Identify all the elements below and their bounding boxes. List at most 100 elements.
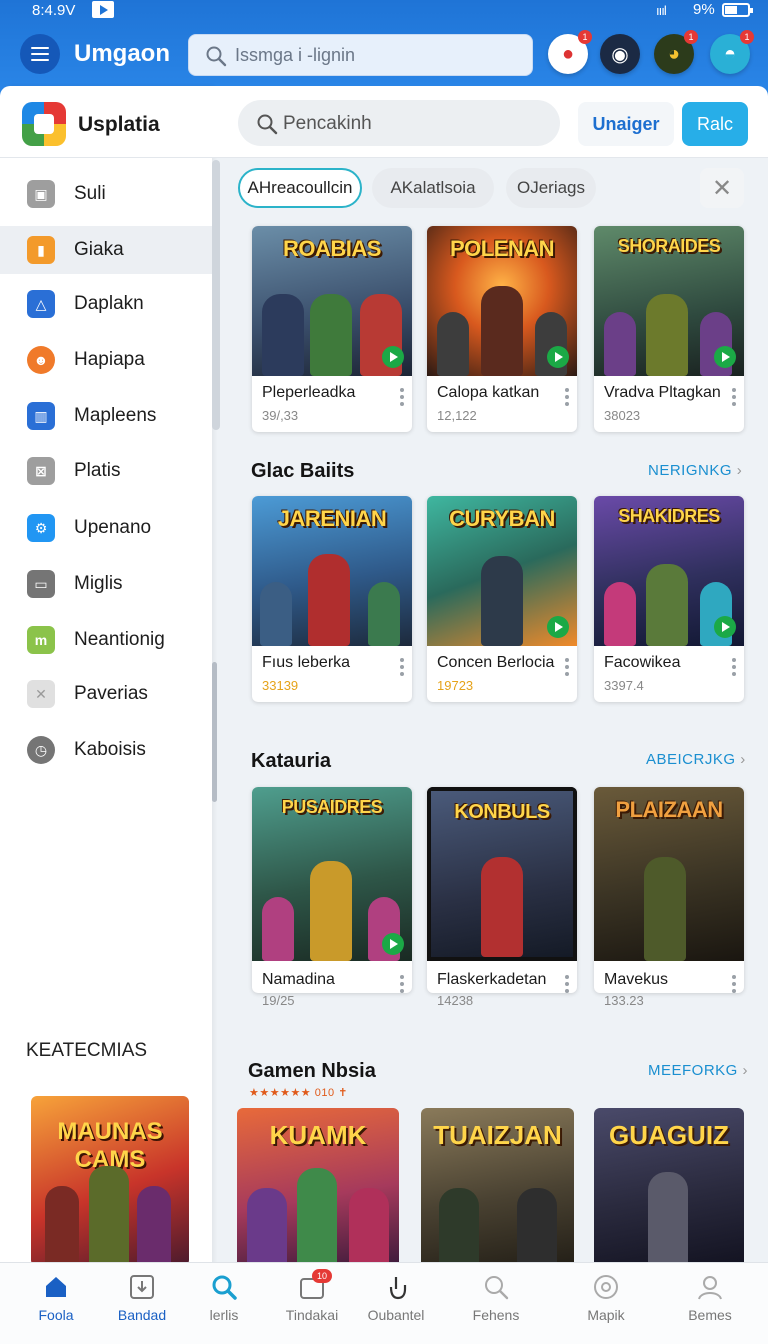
game-card[interactable]: SHORAIDES Vradva Pltagkan 38023	[594, 226, 744, 432]
game-card[interactable]: PUSAIDRES Namadina	[252, 787, 412, 993]
notification-badge: 1	[740, 30, 754, 44]
nav-item-oubantel[interactable]: Oubantel	[354, 1263, 438, 1344]
game-card[interactable]: ROABIAS Pleperleadka 39/,33	[252, 226, 412, 432]
game-card[interactable]: CURYBAN Concen Berlocia 19723	[427, 496, 577, 702]
promo-figure	[45, 1186, 79, 1266]
game-card[interactable]: KONBULS Flaskerkadetan	[427, 787, 577, 993]
chrome-icon: ◕	[667, 42, 681, 65]
section-more-link[interactable]: ABEICRJKG ›	[646, 751, 746, 768]
filter-chip-1[interactable]: AHreacoullcin	[238, 168, 362, 208]
section-more-link[interactable]: MEEFORKG ›	[648, 1062, 748, 1079]
sidebar-item-hapiapa[interactable]: ☻ Hapiapa	[0, 336, 212, 384]
sidebar-item-mapleens[interactable]: ▥ Mapleens	[0, 392, 212, 440]
section-more-link[interactable]: NERIGNKG ›	[648, 462, 742, 479]
notification-badge: 1	[684, 30, 698, 44]
clock-icon: ◷	[27, 736, 55, 764]
sidebar-header: Usplatia	[0, 86, 212, 158]
sidebar-item-platis[interactable]: ⊠ Platis	[0, 447, 212, 495]
more-options-icon[interactable]	[565, 658, 569, 676]
search-icon	[212, 1275, 237, 1300]
game-name: Calopa katkan	[437, 384, 540, 401]
game-art-title: ROABIAS	[283, 236, 381, 261]
flag-icon: ▮	[27, 236, 55, 264]
more-options-icon[interactable]	[565, 975, 569, 993]
more-options-icon[interactable]	[565, 388, 569, 406]
game-card[interactable]: POLENAN Calopa katkan 12,122	[427, 226, 577, 432]
sidebar-item-label: Paverias	[74, 683, 148, 704]
sidebar-item-label: Miglis	[74, 573, 123, 594]
play-icon[interactable]	[382, 933, 404, 955]
more-options-icon[interactable]	[400, 658, 404, 676]
more-options-icon[interactable]	[400, 388, 404, 406]
nav-label: Fehens	[472, 1307, 520, 1323]
game-name: Flaskerkadetan	[437, 971, 547, 988]
section-title: Gamen Nbsia	[248, 1060, 376, 1082]
sidebar-promo-image[interactable]: MAUNAS CAMS	[31, 1096, 189, 1266]
game-card[interactable]: JARENIAN Fıus leberka 33139	[252, 496, 412, 702]
sidebar-item-label: Platis	[74, 460, 121, 481]
game-art-title: PUSAIDRES	[281, 797, 383, 817]
game-name: Vradva Pltagkan	[604, 384, 721, 401]
nav-item-fehens[interactable]: Fehens	[454, 1263, 538, 1344]
main-search-input[interactable]: Pencakinh	[238, 100, 560, 146]
game-name: Pleperleadka	[262, 384, 356, 401]
unaiger-button[interactable]: Unaiger	[578, 102, 674, 146]
section-title: Glac Baiits	[251, 460, 355, 482]
play-icon[interactable]	[547, 346, 569, 368]
sidebar-item-giaka[interactable]: ▮ Giaka	[0, 226, 212, 274]
nav-item-tindakai[interactable]: 10 Tindakai	[270, 1263, 354, 1344]
nav-item-lerlis[interactable]: lerlis	[182, 1263, 266, 1344]
game-art: PLAIZAAN	[594, 787, 744, 961]
more-options-icon[interactable]	[732, 975, 736, 993]
nav-item-bandad[interactable]: Bandad	[100, 1263, 184, 1344]
game-meta: 39/,33	[262, 408, 299, 423]
sidebar-item-kaboisis[interactable]: ◷ Kaboisis	[0, 726, 212, 774]
search-icon	[257, 114, 278, 135]
game-art: KONBULS	[427, 787, 577, 961]
more-options-icon[interactable]	[400, 975, 404, 993]
nav-item-foola[interactable]: Foola	[14, 1263, 98, 1344]
nav-item-bemes[interactable]: Bemes	[668, 1263, 752, 1344]
notification-game-1[interactable]: ● 1	[548, 30, 592, 74]
play-icon[interactable]	[714, 346, 736, 368]
play-icon[interactable]	[547, 616, 569, 638]
sidebar-item-neantionig[interactable]: m Neantionig	[0, 616, 212, 664]
close-filters-icon[interactable]: ✕	[700, 168, 744, 208]
main-search-placeholder: Pencakinh	[283, 113, 372, 134]
nav-item-mapik[interactable]: Mapik	[564, 1263, 648, 1344]
game-card[interactable]: SHAKIDRES Facowikea 3397.4	[594, 496, 744, 702]
sidebar-item-miglis[interactable]: ▭ Miglis	[0, 560, 212, 608]
app-title: Umgaon	[74, 40, 170, 67]
notification-game-4[interactable]: ◓ 1	[710, 30, 754, 74]
play-icon[interactable]	[714, 616, 736, 638]
game-art-title: GUAGUIZ	[609, 1120, 729, 1150]
notification-game-3[interactable]: ◕ 1	[654, 30, 698, 74]
game-card[interactable]: GUAGUIZ	[594, 1108, 744, 1268]
nav-label: Bemes	[688, 1307, 732, 1323]
bottom-navigation: Foola Bandad lerlis 10 Tindakai Oubantel…	[0, 1262, 768, 1344]
sidebar-scrollbar[interactable]	[212, 160, 220, 430]
sidebar-item-suli[interactable]: ▣ Suli	[0, 170, 212, 218]
game-card[interactable]: TUAIZJAN	[421, 1108, 574, 1268]
more-options-icon[interactable]	[732, 388, 736, 406]
game-name: Namadina	[262, 971, 335, 988]
sidebar-item-upenano[interactable]: ⚙ Upenano	[0, 504, 212, 552]
top-search-placeholder: Issmga i -lignin	[235, 45, 356, 65]
menu-button[interactable]	[20, 34, 60, 74]
sidebar-item-paverias[interactable]: ✕ Paverias	[0, 670, 212, 718]
sidebar-item-daplakn[interactable]: △ Daplakn	[0, 280, 212, 328]
promo-figure	[137, 1186, 171, 1266]
filter-chip-2[interactable]: AKalatlsoia	[372, 168, 494, 208]
ralc-button[interactable]: Ralc	[682, 102, 748, 146]
notification-game-2[interactable]: ◉	[600, 34, 640, 74]
more-options-icon[interactable]	[732, 658, 736, 676]
notification-badge: 10	[312, 1269, 332, 1283]
battery-percent: 9%	[693, 1, 715, 18]
top-search-input[interactable]: Issmga i -lignin	[188, 34, 533, 76]
filter-chip-3[interactable]: OJeriags	[506, 168, 596, 208]
play-icon[interactable]	[382, 346, 404, 368]
search-icon	[206, 46, 227, 67]
content-scrollbar[interactable]	[212, 662, 217, 802]
game-card[interactable]: KUAMK	[237, 1108, 399, 1268]
game-card[interactable]: PLAIZAAN Mavekus	[594, 787, 744, 993]
